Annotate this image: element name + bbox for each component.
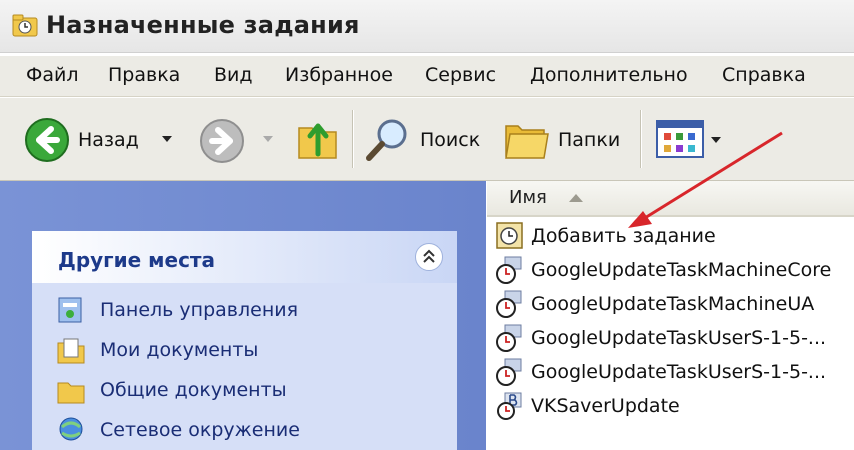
file-list: Имя Добавить задание GoogleUpdateTaskMac… [487,181,854,450]
my-documents-icon [57,338,85,364]
view-dropdown-icon[interactable] [711,137,721,143]
list-item-label: GoogleUpdateTaskUserS-1-5-... [531,327,827,349]
toolbar-separator [352,110,354,168]
place-label: Панель управления [100,299,299,321]
list-item[interactable]: GoogleUpdateTaskMachineUA [495,289,814,319]
forward-dropdown-icon[interactable] [263,136,273,142]
list-item-label: GoogleUpdateTaskUserS-1-5-... [531,361,827,383]
menu-favorites[interactable]: Избранное [285,64,393,86]
window-titlebar: Назначенные задания [0,0,854,53]
list-item[interactable]: GoogleUpdateTaskUserS-1-5-... [495,323,826,353]
list-item[interactable]: Добавить задание [495,221,716,251]
folders-icon [505,125,549,159]
scheduled-task-icon [496,290,522,318]
list-item-label: Добавить задание [531,225,716,247]
toolbar: Назад Поиск Папки [0,98,854,181]
menu-edit[interactable]: Правка [108,64,180,86]
add-task-icon [496,222,523,249]
view-icon[interactable] [656,120,706,160]
place-label: Мои документы [100,339,259,361]
folders-label: Папки [558,129,621,151]
list-item[interactable]: GoogleUpdateTaskMachineCore [495,255,831,285]
list-item-label: VKSaverUpdate [531,395,680,417]
network-icon [59,417,83,441]
back-button[interactable]: Назад [24,117,139,163]
place-my-documents[interactable]: Мои документы [56,335,258,365]
toolbar-separator [640,110,642,168]
window-title: Назначенные задания [46,11,360,39]
other-places-panel: Другие места Панель управления Мои докум… [32,231,457,450]
place-label: Сетевое окружение [100,419,300,441]
list-item-label: GoogleUpdateTaskMachineCore [531,259,832,281]
back-label: Назад [78,129,139,151]
vksaver-task-icon [497,392,522,420]
place-shared-documents[interactable]: Общие документы [56,375,287,405]
scheduled-task-icon [496,358,522,386]
list-item-label: GoogleUpdateTaskMachineUA [531,293,815,315]
list-item[interactable]: GoogleUpdateTaskUserS-1-5-... [495,357,826,387]
search-button[interactable]: Поиск [364,116,480,164]
column-header-label: Имя [509,187,547,208]
folder-clock-icon [12,14,38,37]
place-label: Общие документы [100,379,287,401]
sort-ascending-icon [569,194,583,202]
scheduled-task-icon [496,324,522,352]
menu-file[interactable]: Файл [26,64,79,86]
panel-header[interactable]: Другие места [32,231,457,283]
back-arrow-icon [25,118,69,162]
forward-arrow-icon[interactable] [199,118,245,164]
scheduled-task-icon [496,256,522,284]
place-control-panel[interactable]: Панель управления [56,295,298,325]
control-panel-icon [58,297,82,323]
menu-advanced[interactable]: Дополнительно [530,64,688,86]
panel-title: Другие места [58,248,216,272]
place-network[interactable]: Сетевое окружение [56,415,300,445]
task-pane: Другие места Панель управления Мои докум… [0,181,486,450]
collapse-chevron-icon[interactable] [415,243,443,271]
shared-documents-icon [57,382,85,404]
menu-tools[interactable]: Сервис [425,64,496,86]
menu-bar: Файл Правка Вид Избранное Сервис Дополни… [0,56,854,97]
menu-view[interactable]: Вид [214,64,253,86]
folders-button[interactable]: Папки [504,118,620,162]
column-header-name[interactable]: Имя [487,181,854,217]
list-item[interactable]: VKSaverUpdate [495,391,680,421]
menu-help[interactable]: Справка [722,64,806,86]
search-label: Поиск [420,129,481,151]
back-dropdown-icon[interactable] [162,136,172,142]
search-icon [366,119,407,161]
folder-up-icon[interactable] [296,114,340,162]
